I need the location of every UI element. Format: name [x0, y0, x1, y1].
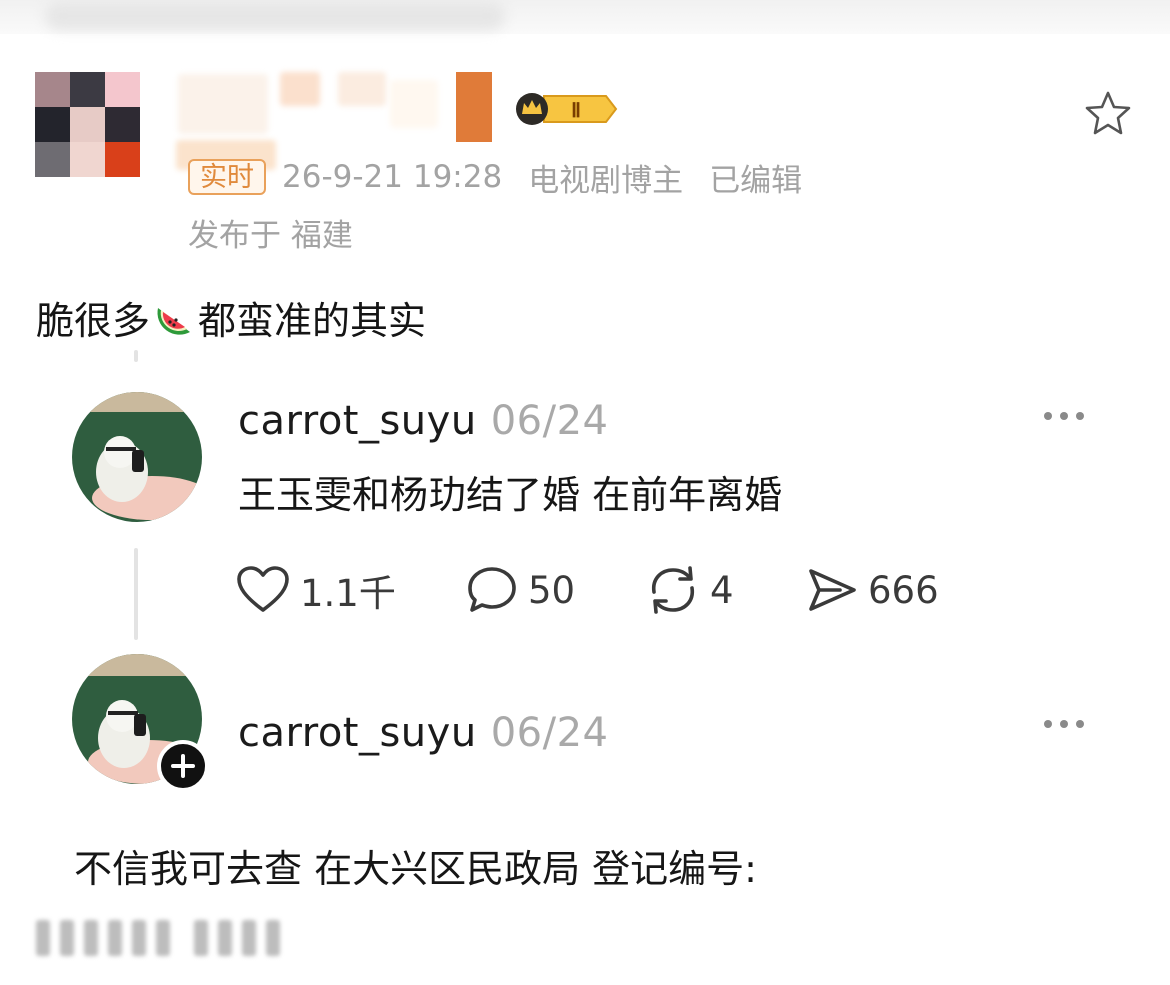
author-tag[interactable]: 电视剧博主 — [528, 155, 683, 200]
comment-date: 06/24 — [490, 398, 609, 444]
commenter-avatar[interactable] — [72, 392, 202, 522]
comment-header-2: carrot_suyu 06/24 — [238, 710, 608, 756]
share-button[interactable]: 666 — [806, 560, 939, 620]
comment-username[interactable]: carrot_suyu — [238, 398, 477, 444]
like-count: 1.1千 — [300, 572, 396, 615]
heart-icon — [237, 566, 289, 612]
svg-text:Ⅱ: Ⅱ — [571, 100, 581, 122]
comment-count: 50 — [528, 568, 576, 612]
more-options-icon[interactable] — [1042, 410, 1086, 422]
author-name-highlight — [456, 72, 492, 142]
crown-level-badge-icon: Ⅱ — [516, 93, 618, 125]
post-timestamp: 26-9-21 19:28 — [282, 159, 503, 195]
comment-button[interactable]: 50 — [466, 560, 575, 620]
comment-date-2: 06/24 — [490, 710, 609, 756]
edited-label[interactable]: 已编辑 — [709, 155, 802, 200]
more-options-icon-2[interactable] — [1042, 718, 1086, 730]
watermelon-emoji-icon — [157, 307, 191, 335]
post-body: 脆很多 都蛮准的其实 — [36, 290, 426, 345]
live-badge: 实时 — [188, 159, 266, 195]
thread-connector — [134, 548, 138, 640]
post-text-part1: 脆很多 — [36, 299, 151, 343]
comment-header: carrot_suyu 06/24 — [238, 398, 608, 444]
repost-count: 4 — [710, 568, 734, 612]
post-meta: 实时 26-9-21 19:28 电视剧博主 已编辑 — [188, 155, 802, 199]
repost-icon — [651, 566, 695, 614]
plus-icon — [171, 754, 195, 778]
like-button[interactable]: 1.1千 — [236, 560, 396, 620]
comment-text: 王玉雯和杨玏结了婚 在前年离婚 — [238, 473, 783, 517]
top-blurred-strip — [0, 0, 1170, 34]
post-text-part2: 都蛮准的其实 — [198, 299, 427, 343]
author-avatar[interactable] — [35, 72, 140, 177]
comment-bubble-icon — [468, 567, 516, 612]
follow-button[interactable] — [157, 740, 209, 792]
repost-button[interactable]: 4 — [646, 560, 734, 620]
star-outline-icon[interactable] — [1084, 90, 1132, 136]
comment-username-2[interactable]: carrot_suyu — [238, 710, 477, 756]
blurred-registration-number — [36, 920, 280, 960]
post-location: 发布于 福建 — [188, 218, 353, 254]
thread-connector-top — [134, 350, 138, 362]
send-share-icon — [809, 569, 856, 611]
comment-text-2: 不信我可去查 在大兴区民政局 登记编号: — [74, 847, 757, 891]
share-count: 666 — [868, 568, 939, 612]
